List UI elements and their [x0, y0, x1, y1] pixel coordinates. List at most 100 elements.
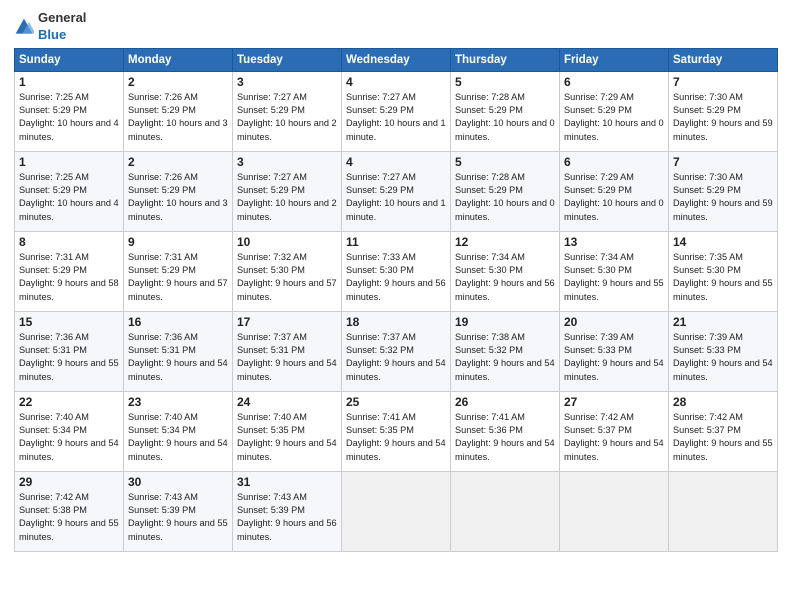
day-info: Sunrise: 7:29 AM Sunset: 5:29 PM Dayligh… [564, 171, 664, 224]
day-info: Sunrise: 7:31 AM Sunset: 5:29 PM Dayligh… [19, 251, 119, 304]
sunrise-label: Sunrise: 7:38 AM [455, 332, 525, 342]
sunset-label: Sunset: 5:39 PM [128, 505, 196, 515]
day-info: Sunrise: 7:29 AM Sunset: 5:29 PM Dayligh… [564, 91, 664, 144]
day-number: 30 [128, 475, 228, 489]
calendar-cell: 23 Sunrise: 7:40 AM Sunset: 5:34 PM Dayl… [124, 391, 233, 471]
day-info: Sunrise: 7:27 AM Sunset: 5:29 PM Dayligh… [346, 171, 446, 224]
day-number: 26 [455, 395, 555, 409]
logo-text: General Blue [38, 10, 86, 44]
sunset-label: Sunset: 5:34 PM [19, 425, 87, 435]
day-info: Sunrise: 7:41 AM Sunset: 5:36 PM Dayligh… [455, 411, 555, 464]
calendar-cell [342, 471, 451, 551]
day-number: 7 [673, 75, 773, 89]
daylight-label: Daylight: 9 hours and 55 minutes. [673, 278, 773, 301]
daylight-label: Daylight: 9 hours and 54 minutes. [19, 438, 119, 461]
day-number: 17 [237, 315, 337, 329]
daylight-label: Daylight: 9 hours and 55 minutes. [673, 438, 773, 461]
calendar-cell [669, 471, 778, 551]
sunrise-label: Sunrise: 7:43 AM [128, 492, 198, 502]
calendar-cell: 5 Sunrise: 7:28 AM Sunset: 5:29 PM Dayli… [451, 71, 560, 151]
daylight-label: Daylight: 9 hours and 54 minutes. [564, 358, 664, 381]
header-day-wednesday: Wednesday [342, 48, 451, 71]
daylight-label: Daylight: 9 hours and 56 minutes. [455, 278, 555, 301]
sunrise-label: Sunrise: 7:41 AM [455, 412, 525, 422]
header-row: SundayMondayTuesdayWednesdayThursdayFrid… [15, 48, 778, 71]
day-info: Sunrise: 7:37 AM Sunset: 5:32 PM Dayligh… [346, 331, 446, 384]
daylight-label: Daylight: 10 hours and 0 minutes. [455, 198, 555, 221]
daylight-label: Daylight: 9 hours and 54 minutes. [346, 438, 446, 461]
sunrise-label: Sunrise: 7:26 AM [128, 172, 198, 182]
sunrise-label: Sunrise: 7:30 AM [673, 92, 743, 102]
sunrise-label: Sunrise: 7:39 AM [564, 332, 634, 342]
day-info: Sunrise: 7:28 AM Sunset: 5:29 PM Dayligh… [455, 91, 555, 144]
calendar-cell: 2 Sunrise: 7:26 AM Sunset: 5:29 PM Dayli… [124, 151, 233, 231]
sunrise-label: Sunrise: 7:27 AM [237, 172, 307, 182]
sunrise-label: Sunrise: 7:39 AM [673, 332, 743, 342]
day-number: 4 [346, 155, 446, 169]
day-number: 4 [346, 75, 446, 89]
sunrise-label: Sunrise: 7:42 AM [564, 412, 634, 422]
calendar-cell: 22 Sunrise: 7:40 AM Sunset: 5:34 PM Dayl… [15, 391, 124, 471]
sunrise-label: Sunrise: 7:34 AM [564, 252, 634, 262]
calendar-table: SundayMondayTuesdayWednesdayThursdayFrid… [14, 48, 778, 552]
sunset-label: Sunset: 5:30 PM [237, 265, 305, 275]
day-number: 8 [19, 235, 119, 249]
sunrise-label: Sunrise: 7:31 AM [19, 252, 89, 262]
day-number: 18 [346, 315, 446, 329]
sunset-label: Sunset: 5:39 PM [237, 505, 305, 515]
calendar-cell: 18 Sunrise: 7:37 AM Sunset: 5:32 PM Dayl… [342, 311, 451, 391]
calendar-cell: 5 Sunrise: 7:28 AM Sunset: 5:29 PM Dayli… [451, 151, 560, 231]
sunrise-label: Sunrise: 7:25 AM [19, 172, 89, 182]
sunset-label: Sunset: 5:33 PM [673, 345, 741, 355]
sunrise-label: Sunrise: 7:42 AM [19, 492, 89, 502]
sunset-label: Sunset: 5:29 PM [673, 185, 741, 195]
daylight-label: Daylight: 9 hours and 56 minutes. [346, 278, 446, 301]
sunset-label: Sunset: 5:29 PM [346, 105, 414, 115]
day-number: 3 [237, 155, 337, 169]
daylight-label: Daylight: 10 hours and 0 minutes. [564, 118, 664, 141]
calendar-cell: 15 Sunrise: 7:36 AM Sunset: 5:31 PM Dayl… [15, 311, 124, 391]
day-info: Sunrise: 7:35 AM Sunset: 5:30 PM Dayligh… [673, 251, 773, 304]
header-day-saturday: Saturday [669, 48, 778, 71]
calendar-cell: 19 Sunrise: 7:38 AM Sunset: 5:32 PM Dayl… [451, 311, 560, 391]
daylight-label: Daylight: 10 hours and 4 minutes. [19, 118, 119, 141]
sunrise-label: Sunrise: 7:36 AM [19, 332, 89, 342]
day-info: Sunrise: 7:34 AM Sunset: 5:30 PM Dayligh… [564, 251, 664, 304]
day-number: 31 [237, 475, 337, 489]
day-number: 29 [19, 475, 119, 489]
sunset-label: Sunset: 5:29 PM [19, 185, 87, 195]
logo-blue: Blue [38, 27, 66, 42]
day-info: Sunrise: 7:39 AM Sunset: 5:33 PM Dayligh… [564, 331, 664, 384]
day-number: 21 [673, 315, 773, 329]
daylight-label: Daylight: 10 hours and 1 minute. [346, 118, 446, 141]
daylight-label: Daylight: 9 hours and 55 minutes. [19, 358, 119, 381]
daylight-label: Daylight: 9 hours and 59 minutes. [673, 198, 773, 221]
sunset-label: Sunset: 5:30 PM [673, 265, 741, 275]
calendar-cell: 6 Sunrise: 7:29 AM Sunset: 5:29 PM Dayli… [560, 71, 669, 151]
sunset-label: Sunset: 5:32 PM [455, 345, 523, 355]
calendar-week-2: 8 Sunrise: 7:31 AM Sunset: 5:29 PM Dayli… [15, 231, 778, 311]
sunrise-label: Sunrise: 7:27 AM [346, 92, 416, 102]
calendar-cell: 6 Sunrise: 7:29 AM Sunset: 5:29 PM Dayli… [560, 151, 669, 231]
daylight-label: Daylight: 9 hours and 56 minutes. [237, 518, 337, 541]
calendar-cell: 4 Sunrise: 7:27 AM Sunset: 5:29 PM Dayli… [342, 71, 451, 151]
day-info: Sunrise: 7:42 AM Sunset: 5:38 PM Dayligh… [19, 491, 119, 544]
sunrise-label: Sunrise: 7:37 AM [237, 332, 307, 342]
day-info: Sunrise: 7:40 AM Sunset: 5:34 PM Dayligh… [128, 411, 228, 464]
sunset-label: Sunset: 5:30 PM [346, 265, 414, 275]
calendar-cell: 1 Sunrise: 7:25 AM Sunset: 5:29 PM Dayli… [15, 71, 124, 151]
logo-icon [14, 17, 34, 37]
daylight-label: Daylight: 9 hours and 54 minutes. [455, 438, 555, 461]
day-number: 27 [564, 395, 664, 409]
calendar-cell: 29 Sunrise: 7:42 AM Sunset: 5:38 PM Dayl… [15, 471, 124, 551]
sunset-label: Sunset: 5:29 PM [346, 185, 414, 195]
daylight-label: Daylight: 9 hours and 55 minutes. [128, 518, 228, 541]
sunrise-label: Sunrise: 7:31 AM [128, 252, 198, 262]
sunrise-label: Sunrise: 7:34 AM [455, 252, 525, 262]
sunset-label: Sunset: 5:29 PM [564, 185, 632, 195]
day-info: Sunrise: 7:27 AM Sunset: 5:29 PM Dayligh… [237, 91, 337, 144]
day-number: 1 [19, 155, 119, 169]
day-info: Sunrise: 7:26 AM Sunset: 5:29 PM Dayligh… [128, 91, 228, 144]
sunset-label: Sunset: 5:29 PM [128, 265, 196, 275]
logo: General Blue [14, 10, 86, 44]
